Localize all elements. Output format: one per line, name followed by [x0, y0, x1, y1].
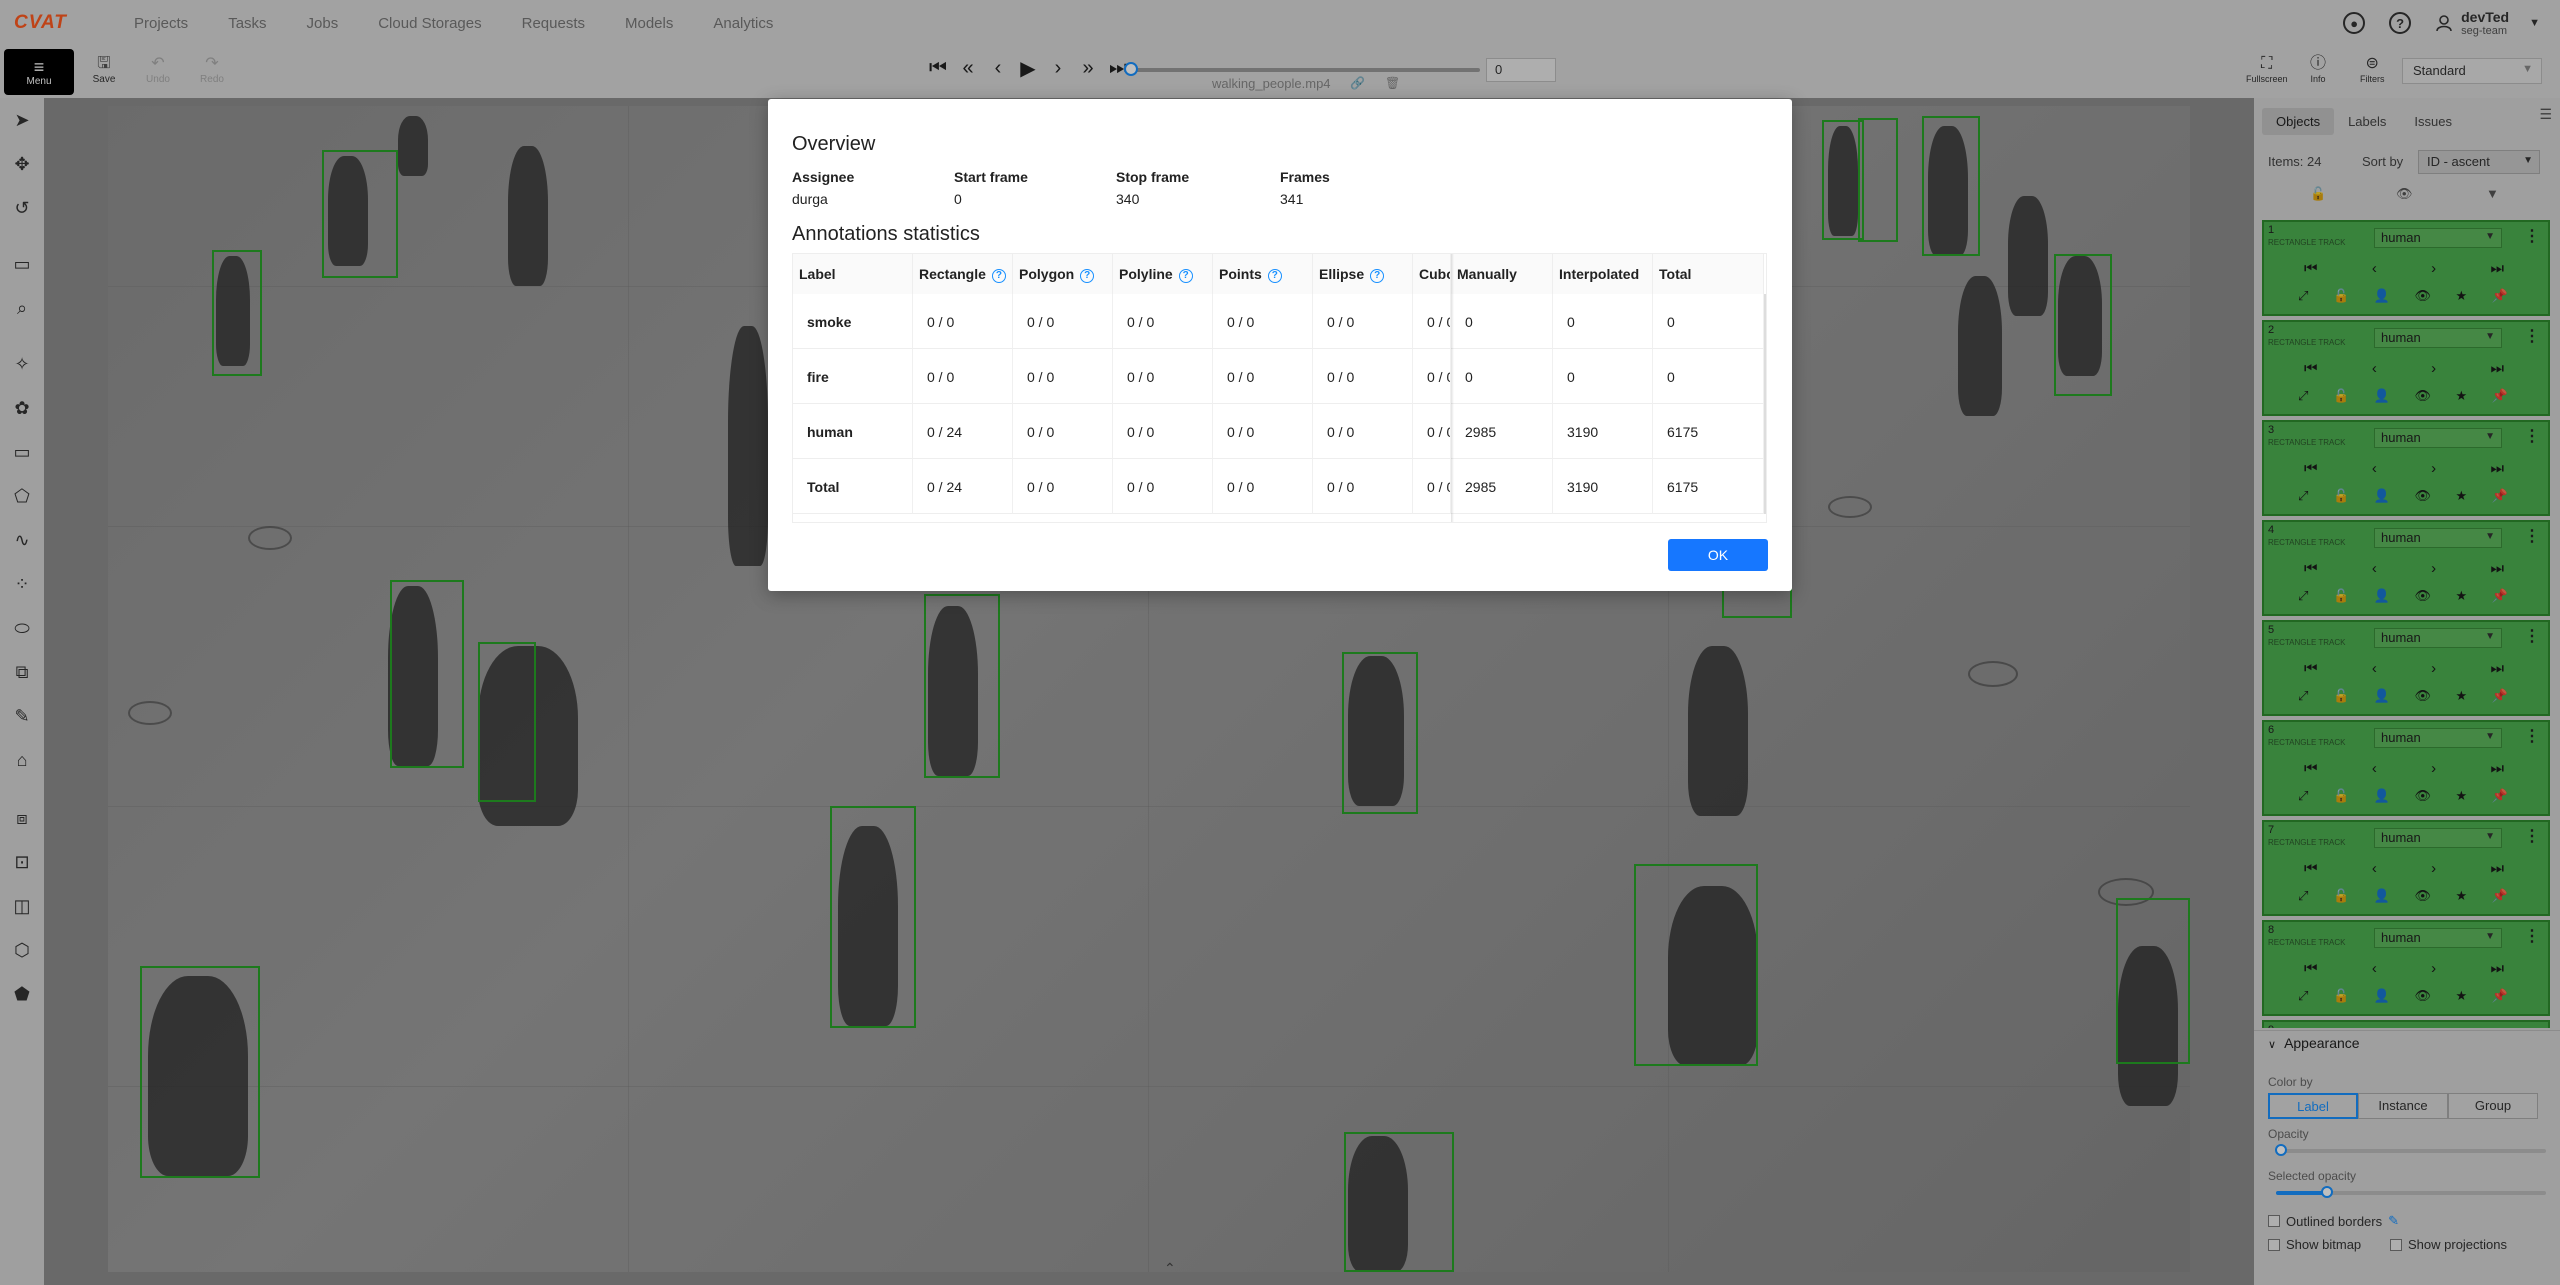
overview-modal: Overview Assignee durga Start frame 0 St…: [768, 99, 1792, 591]
table-cell: 0 / 0: [1013, 294, 1113, 349]
table-cell: 0 / 0: [913, 349, 1013, 404]
table-cell: 0 / 0: [1313, 294, 1413, 349]
column-header-label: Cubo: [1419, 266, 1450, 282]
meta-key: Start frame: [954, 169, 1028, 185]
column-header-label: Points: [1219, 266, 1262, 282]
meta-stop-frame: Stop frame 340: [1116, 169, 1189, 207]
help-icon[interactable]: ?: [1178, 269, 1193, 283]
table-row: fire 0 / 0 0 / 0 0 / 0 0 / 0 0 / 0 0 / 0…: [793, 349, 1766, 404]
table-cell: 0: [1451, 349, 1553, 404]
table-cell: 0 / 0: [1313, 459, 1413, 514]
column-header-label: Polyline: [1119, 266, 1173, 282]
column-header-label: Rectangle: [919, 266, 986, 282]
table-cell: 0 / 0: [1213, 349, 1313, 404]
column-header-label: Total: [1659, 266, 1692, 282]
column-header: Interpolated: [1553, 254, 1653, 294]
table-row: human 0 / 24 0 / 0 0 / 0 0 / 0 0 / 0 0 /…: [793, 404, 1766, 459]
table-cell: 0 / 0: [1413, 459, 1451, 514]
table-cell: 0: [1553, 349, 1653, 404]
meta-value: 340: [1116, 191, 1140, 207]
column-header-label: Polygon: [1019, 266, 1075, 282]
column-header-label: Manually: [1457, 266, 1517, 282]
table-cell: 6175: [1653, 459, 1764, 514]
help-icon[interactable]: ?: [1080, 269, 1095, 283]
column-header: Polygon?: [1013, 254, 1113, 294]
column-header-label: Ellipse: [1319, 266, 1365, 282]
label-cell: Total: [793, 459, 913, 514]
table-cell: 2985: [1451, 404, 1553, 459]
table-cell: 0 / 0: [1313, 349, 1413, 404]
table-header: Label Rectangle? Polygon? Polyline? Poin…: [793, 254, 1766, 294]
table-cell: 2985: [1451, 459, 1553, 514]
table-cell: 0 / 0: [1413, 349, 1451, 404]
meta-key: Stop frame: [1116, 169, 1190, 185]
column-header: Ellipse?: [1313, 254, 1413, 294]
table-row: smoke 0 / 0 0 / 0 0 / 0 0 / 0 0 / 0 0 / …: [793, 294, 1766, 349]
table-cell: 0: [1653, 294, 1764, 349]
label-cell: smoke: [793, 294, 913, 349]
help-icon[interactable]: ?: [1267, 269, 1282, 283]
column-header: Rectangle?: [913, 254, 1013, 294]
help-icon[interactable]: ?: [1370, 269, 1385, 283]
table-cell: 0: [1553, 294, 1653, 349]
stats-title: Annotations statistics: [792, 223, 980, 245]
column-header-label: Label: [799, 266, 836, 282]
table-cell: 0 / 0: [913, 294, 1013, 349]
table-cell: 3190: [1553, 404, 1653, 459]
meta-value: 341: [1280, 191, 1304, 207]
table-cell: 0 / 0: [1113, 459, 1213, 514]
table-cell: 0 / 0: [1213, 459, 1313, 514]
label-cell: fire: [793, 349, 913, 404]
column-header: Manually: [1451, 254, 1553, 294]
table-cell: 0 / 0: [1413, 404, 1451, 459]
statistics-table: Label Rectangle? Polygon? Polyline? Poin…: [792, 253, 1767, 523]
column-header: Cubo: [1413, 254, 1451, 294]
help-icon[interactable]: ?: [991, 269, 1006, 283]
table-cell: 0 / 0: [1313, 404, 1413, 459]
table-cell: 0 / 0: [1213, 294, 1313, 349]
table-cell: 0: [1451, 294, 1553, 349]
column-header: Total: [1653, 254, 1764, 294]
table-cell: 0 / 0: [1113, 404, 1213, 459]
meta-frames: Frames 341: [1280, 169, 1330, 207]
table-cell: 0 / 0: [1113, 349, 1213, 404]
meta-value: durga: [792, 191, 828, 207]
ok-button[interactable]: OK: [1668, 539, 1768, 571]
table-cell: 0 / 0: [1013, 459, 1113, 514]
column-header-label: Interpolated: [1559, 266, 1640, 282]
table-cell: 0 / 0: [1413, 294, 1451, 349]
table-cell: 0: [1653, 349, 1764, 404]
column-header: Polyline?: [1113, 254, 1213, 294]
table-cell: 0 / 0: [1013, 404, 1113, 459]
table-cell: 0 / 0: [1113, 294, 1213, 349]
column-header: Points?: [1213, 254, 1313, 294]
fixed-column-shadow: [1451, 254, 1454, 522]
table-cell: 6175: [1653, 404, 1764, 459]
meta-key: Assignee: [792, 169, 855, 185]
table-cell: 0 / 0: [1013, 349, 1113, 404]
table-cell: 0 / 24: [913, 459, 1013, 514]
table-scrollbar[interactable]: [1764, 294, 1766, 514]
table-cell: 0 / 24: [913, 404, 1013, 459]
meta-assignee: Assignee durga: [792, 169, 854, 207]
table-row: Total 0 / 24 0 / 0 0 / 0 0 / 0 0 / 0 0 /…: [793, 459, 1766, 514]
label-cell: human: [793, 404, 913, 459]
table-cell: 0 / 0: [1213, 404, 1313, 459]
table-cell: 3190: [1553, 459, 1653, 514]
meta-value: 0: [954, 191, 962, 207]
modal-title: Overview: [792, 133, 876, 155]
meta-start-frame: Start frame 0: [954, 169, 1028, 207]
column-header: Label: [793, 254, 913, 294]
meta-key: Frames: [1280, 169, 1330, 185]
